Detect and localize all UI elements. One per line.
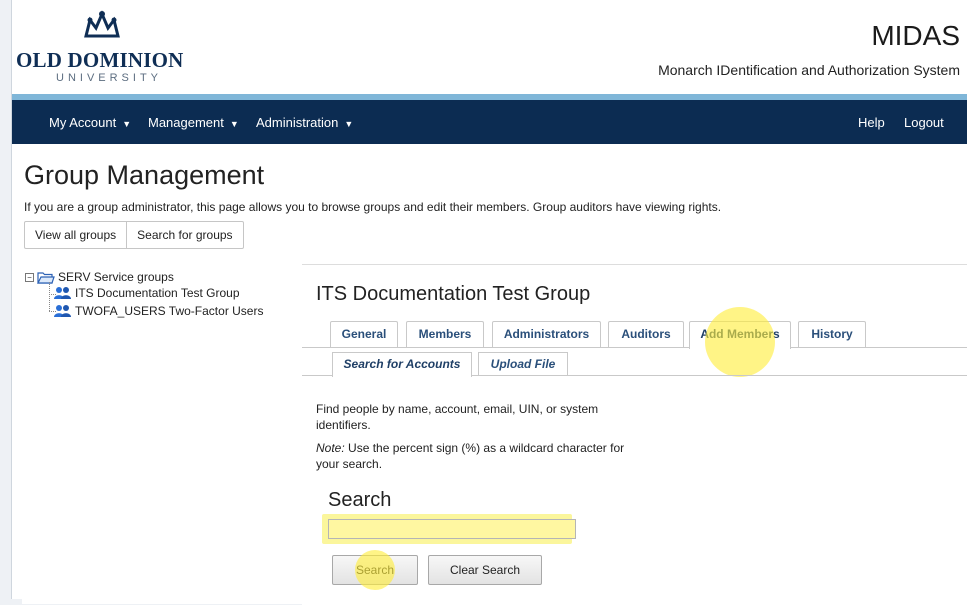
collapse-icon[interactable]: − bbox=[25, 272, 34, 282]
search-help-text: Find people by name, account, email, UIN… bbox=[316, 402, 599, 432]
logo-name: OLD DOMINION bbox=[16, 48, 184, 72]
group-tree: − SERV Service groups ITS Documentation … bbox=[22, 264, 303, 604]
nav-administration[interactable]: Administration ▼ bbox=[256, 115, 353, 130]
header: OLD DOMINION UNIVERSITY MIDAS Monarch ID… bbox=[12, 0, 967, 144]
odu-logo[interactable]: OLD DOMINION UNIVERSITY bbox=[16, 10, 196, 90]
crown-icon bbox=[84, 10, 120, 38]
nav-management-label: Management bbox=[148, 115, 224, 130]
content: Group Management If you are a group admi… bbox=[12, 144, 967, 605]
tree-item-serv[interactable]: − SERV Service groups bbox=[25, 270, 174, 284]
tab-administrators[interactable]: Administrators bbox=[492, 321, 601, 347]
clear-search-button[interactable]: Clear Search bbox=[428, 555, 542, 585]
app-title: MIDAS bbox=[871, 20, 960, 51]
subtab-search-for-accounts[interactable]: Search for Accounts bbox=[332, 352, 472, 377]
nav-administration-label: Administration bbox=[256, 115, 339, 130]
tab-members[interactable]: Members bbox=[406, 321, 484, 347]
caret-down-icon: ▼ bbox=[344, 118, 354, 129]
tab-auditors[interactable]: Auditors bbox=[608, 321, 684, 347]
folder-icon bbox=[37, 271, 55, 284]
tree-item-twofa[interactable]: TWOFA_USERS Two-Factor Users bbox=[54, 304, 263, 318]
nav-my-account[interactable]: My Account ▼ bbox=[49, 115, 131, 130]
subtab-upload-file[interactable]: Upload File bbox=[478, 352, 568, 375]
nav-management[interactable]: Management ▼ bbox=[148, 115, 239, 130]
search-note: Note: Use the percent sign (%) as a wild… bbox=[316, 440, 636, 472]
view-all-groups-button[interactable]: View all groups bbox=[25, 222, 126, 248]
group-view-buttons: View all groups Search for groups bbox=[24, 221, 244, 249]
nav-my-account-label: My Account bbox=[49, 115, 117, 130]
group-detail-panel: ITS Documentation Test Group General Mem… bbox=[302, 264, 967, 605]
search-for-groups-button[interactable]: Search for groups bbox=[126, 222, 242, 248]
tab-general[interactable]: General bbox=[330, 321, 398, 347]
highlight-search-button bbox=[355, 550, 395, 590]
group-icon bbox=[54, 287, 71, 299]
tree-item-label: SERV Service groups bbox=[58, 270, 174, 284]
tab-history[interactable]: History bbox=[798, 321, 866, 347]
add-members-subtabs: Search for Accounts Upload File bbox=[302, 349, 967, 377]
note-label: Note: bbox=[316, 441, 345, 455]
search-heading: Search bbox=[328, 489, 392, 511]
page-description: If you are a group administrator, this p… bbox=[24, 200, 722, 214]
note-text: Use the percent sign (%) as a wildcard c… bbox=[316, 441, 625, 471]
tree-item-label: TWOFA_USERS Two-Factor Users bbox=[75, 304, 264, 318]
nav-logout[interactable]: Logout bbox=[904, 115, 944, 130]
group-icon bbox=[54, 305, 71, 317]
page: OLD DOMINION UNIVERSITY MIDAS Monarch ID… bbox=[11, 0, 967, 605]
nav-help[interactable]: Help bbox=[858, 115, 885, 130]
caret-down-icon: ▼ bbox=[229, 118, 239, 129]
tree-item-its-doc[interactable]: ITS Documentation Test Group bbox=[54, 286, 240, 300]
logo-subtitle: UNIVERSITY bbox=[56, 72, 163, 84]
tree-connector bbox=[49, 282, 50, 311]
group-title: ITS Documentation Test Group bbox=[316, 283, 591, 305]
navbar: My Account ▼ Management ▼ Administration ▼ … bbox=[12, 100, 967, 144]
page-title: Group Management bbox=[24, 160, 265, 190]
app-subtitle: Monarch IDentification and Authorization… bbox=[658, 62, 960, 78]
group-tabs: General Members Administrators Auditors … bbox=[302, 321, 967, 349]
search-input[interactable] bbox=[328, 519, 576, 539]
tree-item-label: ITS Documentation Test Group bbox=[75, 286, 240, 300]
caret-down-icon: ▼ bbox=[122, 118, 132, 129]
